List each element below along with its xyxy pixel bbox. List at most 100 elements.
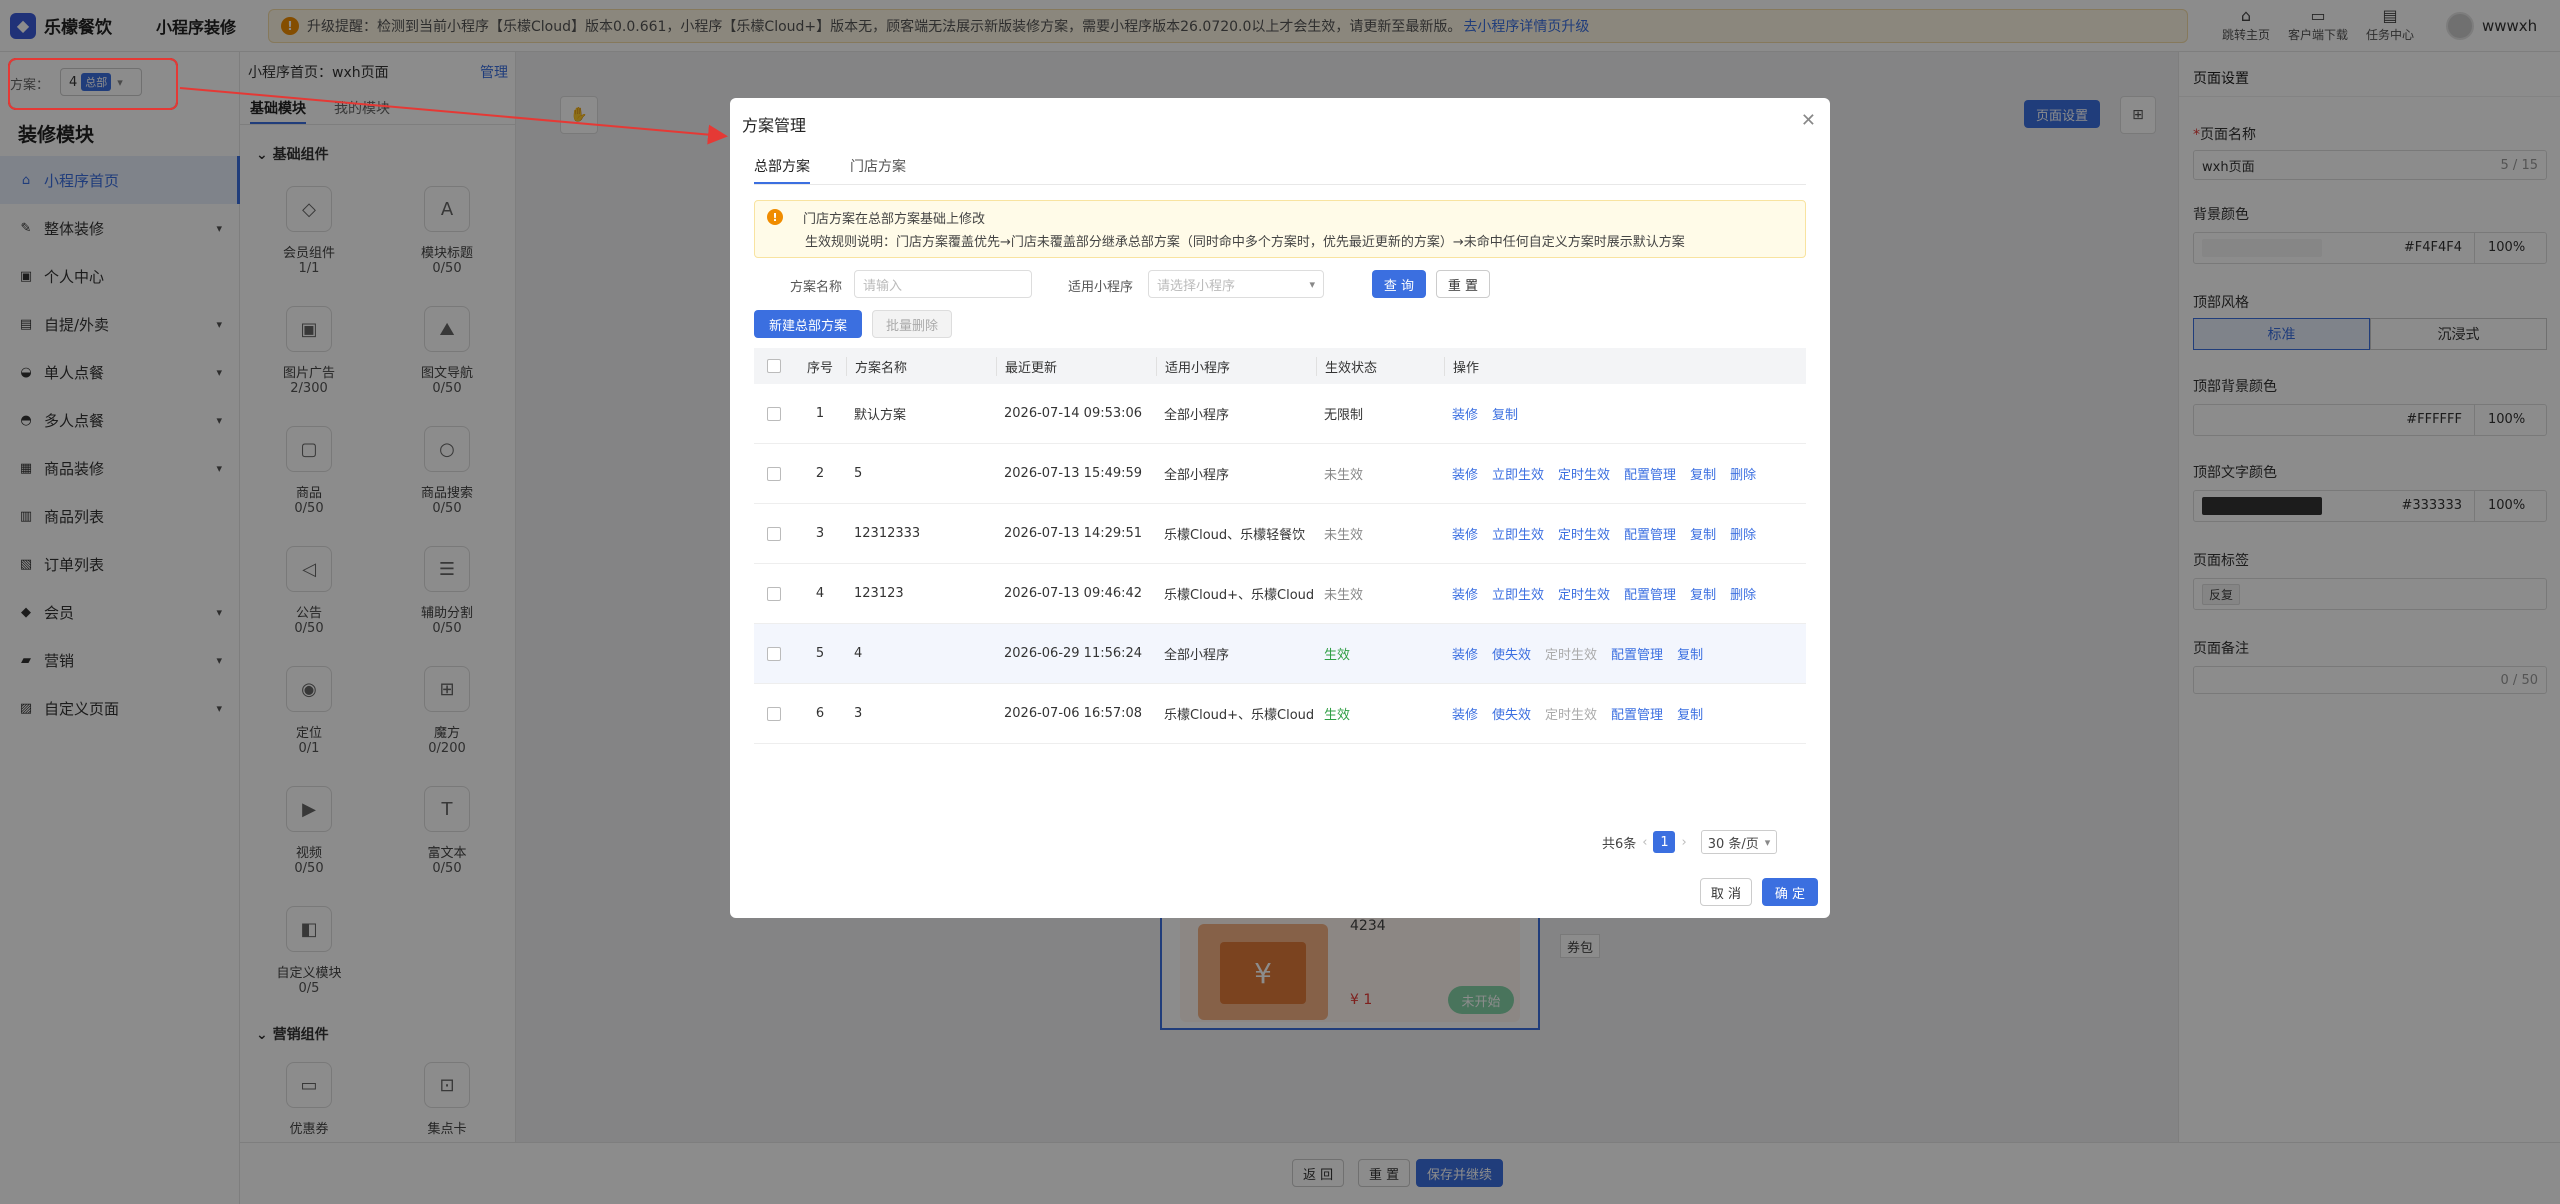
filter-app-select[interactable]: 请选择小程序 ▾ xyxy=(1148,270,1324,298)
row-action-link[interactable]: 配置管理 xyxy=(1624,524,1676,543)
row-name: 123123 xyxy=(854,586,904,601)
confirm-button[interactable]: 确 定 xyxy=(1762,878,1818,906)
row-action-link[interactable]: 装修 xyxy=(1452,644,1478,663)
warning-icon: ! xyxy=(767,209,783,225)
row-name: 4 xyxy=(854,646,863,661)
filter-name-input[interactable]: 请输入 xyxy=(854,270,1032,298)
pagination: 共6条 ‹ 1 › 30 条/页 ▾ xyxy=(1602,830,1778,854)
row-app: 全部小程序 xyxy=(1164,468,1230,483)
row-action-link[interactable]: 使失效 xyxy=(1492,644,1531,663)
row-checkbox[interactable] xyxy=(767,646,781,661)
row-action-link[interactable]: 删除 xyxy=(1730,524,1756,543)
cancel-button[interactable]: 取 消 xyxy=(1700,878,1752,906)
row-name: 5 xyxy=(854,466,863,481)
filter-name-placeholder: 请输入 xyxy=(863,278,903,294)
row-action-link[interactable]: 配置管理 xyxy=(1624,584,1676,603)
row-no: 1 xyxy=(815,406,825,421)
row-updated: 2026-07-14 09:53:06 xyxy=(1004,406,1143,421)
dialog-tabs: 总部方案 门店方案 xyxy=(754,156,946,184)
scheme-highlight-overlay xyxy=(8,58,178,110)
row-action-link[interactable]: 复制 xyxy=(1690,584,1716,603)
table-row: 6 3 2026-07-06 16:57:08 乐檬Cloud+、乐檬Cloud 生效 装… xyxy=(754,684,1806,744)
row-status: 未生效 xyxy=(1324,588,1364,603)
next-page-icon[interactable]: › xyxy=(1681,835,1686,850)
row-action-link[interactable]: 定时生效 xyxy=(1558,524,1610,543)
rule-notice: ! 门店方案在总部方案基础上修改 生效规则说明：门店方案覆盖优先→门店未覆盖部分继… xyxy=(754,200,1806,258)
chevron-down-icon: ▾ xyxy=(1309,277,1315,291)
query-button[interactable]: 查 询 xyxy=(1372,270,1426,298)
col-updated: 最近更新 xyxy=(996,356,1156,376)
row-action-link[interactable]: 装修 xyxy=(1452,584,1478,603)
row-status: 未生效 xyxy=(1324,468,1364,483)
row-action-link[interactable]: 删除 xyxy=(1730,584,1756,603)
table-header: 序号 方案名称 最近更新 适用小程序 生效状态 操作 xyxy=(754,348,1806,384)
row-action-link: 定时生效 xyxy=(1545,648,1598,663)
row-checkbox[interactable] xyxy=(767,706,781,721)
row-status: 未生效 xyxy=(1324,528,1364,543)
row-action-link[interactable]: 装修 xyxy=(1452,704,1478,723)
row-actions: 装修 立即生效 定时生效 配置管理 复制 删除 xyxy=(1444,524,1806,543)
row-name: 3 xyxy=(854,706,863,721)
batch-delete-button: 批量删除 xyxy=(872,310,952,338)
row-name: 12312333 xyxy=(854,526,921,541)
tab-hq-schemes[interactable]: 总部方案 xyxy=(754,156,810,184)
row-action-link[interactable]: 立即生效 xyxy=(1492,524,1544,543)
row-action-link[interactable]: 复制 xyxy=(1492,404,1518,423)
row-action-link[interactable]: 配置管理 xyxy=(1611,644,1663,663)
row-action-link: 定时生效 xyxy=(1545,708,1598,723)
col-app: 适用小程序 xyxy=(1156,356,1316,376)
col-actions: 操作 xyxy=(1444,356,1806,376)
table-row: 1 默认方案 2026-07-14 09:53:06 全部小程序 无限制 装修 复制 xyxy=(754,384,1806,444)
divider xyxy=(754,184,1806,185)
row-name: 默认方案 xyxy=(854,408,907,423)
select-all-checkbox[interactable] xyxy=(767,359,781,373)
row-action-link[interactable]: 复制 xyxy=(1690,464,1716,483)
row-actions: 装修 使失效 定时生效 配置管理 复制 xyxy=(1444,644,1806,663)
row-action-link[interactable]: 装修 xyxy=(1452,464,1478,483)
tab-store-schemes[interactable]: 门店方案 xyxy=(850,156,906,184)
page-size-select[interactable]: 30 条/页 ▾ xyxy=(1700,830,1778,854)
row-checkbox[interactable] xyxy=(767,406,781,421)
notice-line-1: 门店方案在总部方案基础上修改 xyxy=(803,211,986,227)
row-updated: 2026-07-06 16:57:08 xyxy=(1004,706,1143,721)
row-action-link[interactable]: 复制 xyxy=(1677,644,1703,663)
prev-page-icon[interactable]: ‹ xyxy=(1642,835,1647,850)
col-status: 生效状态 xyxy=(1316,356,1444,376)
row-status: 无限制 xyxy=(1324,408,1364,423)
row-checkbox[interactable] xyxy=(767,586,781,601)
table-body: 1 默认方案 2026-07-14 09:53:06 全部小程序 无限制 装修 复制 2 5 20… xyxy=(754,384,1806,744)
row-updated: 2026-07-13 09:46:42 xyxy=(1004,586,1143,601)
row-action-link[interactable]: 立即生效 xyxy=(1492,584,1544,603)
row-action-link[interactable]: 配置管理 xyxy=(1611,704,1663,723)
row-action-link[interactable]: 立即生效 xyxy=(1492,464,1544,483)
row-action-link[interactable]: 定时生效 xyxy=(1558,584,1610,603)
row-action-link[interactable]: 使失效 xyxy=(1492,704,1531,723)
reset-filter-button[interactable]: 重 置 xyxy=(1436,270,1490,298)
row-updated: 2026-07-13 14:29:51 xyxy=(1004,526,1143,541)
row-action-link[interactable]: 删除 xyxy=(1730,464,1756,483)
new-hq-scheme-button[interactable]: 新建总部方案 xyxy=(754,310,862,338)
row-action-link[interactable]: 装修 xyxy=(1452,524,1478,543)
row-actions: 装修 立即生效 定时生效 配置管理 复制 删除 xyxy=(1444,464,1806,483)
page-number[interactable]: 1 xyxy=(1653,831,1676,853)
row-actions: 装修 复制 xyxy=(1444,404,1806,423)
col-no: 序号 xyxy=(806,360,833,376)
row-action-link[interactable]: 复制 xyxy=(1690,524,1716,543)
row-action-link[interactable]: 装修 xyxy=(1452,404,1478,423)
row-no: 6 xyxy=(815,706,825,721)
dialog-title: 方案管理 xyxy=(742,116,807,135)
chevron-down-icon: ▾ xyxy=(1764,835,1771,849)
row-checkbox[interactable] xyxy=(767,526,781,541)
row-action-link[interactable]: 定时生效 xyxy=(1558,464,1610,483)
page-size-value: 30 条/页 xyxy=(1707,836,1759,852)
filter-app-placeholder: 请选择小程序 xyxy=(1157,278,1236,294)
row-updated: 2026-06-29 11:56:24 xyxy=(1004,646,1143,661)
close-icon[interactable]: ✕ xyxy=(1801,110,1816,131)
row-checkbox[interactable] xyxy=(767,466,781,481)
row-action-link[interactable]: 配置管理 xyxy=(1624,464,1676,483)
row-app: 乐檬Cloud+、乐檬Cloud xyxy=(1164,588,1315,603)
row-action-link[interactable]: 复制 xyxy=(1677,704,1703,723)
row-updated: 2026-07-13 15:49:59 xyxy=(1004,466,1143,481)
row-app: 全部小程序 xyxy=(1164,648,1230,663)
row-app: 乐檬Cloud、乐檬轻餐饮 xyxy=(1164,528,1306,543)
